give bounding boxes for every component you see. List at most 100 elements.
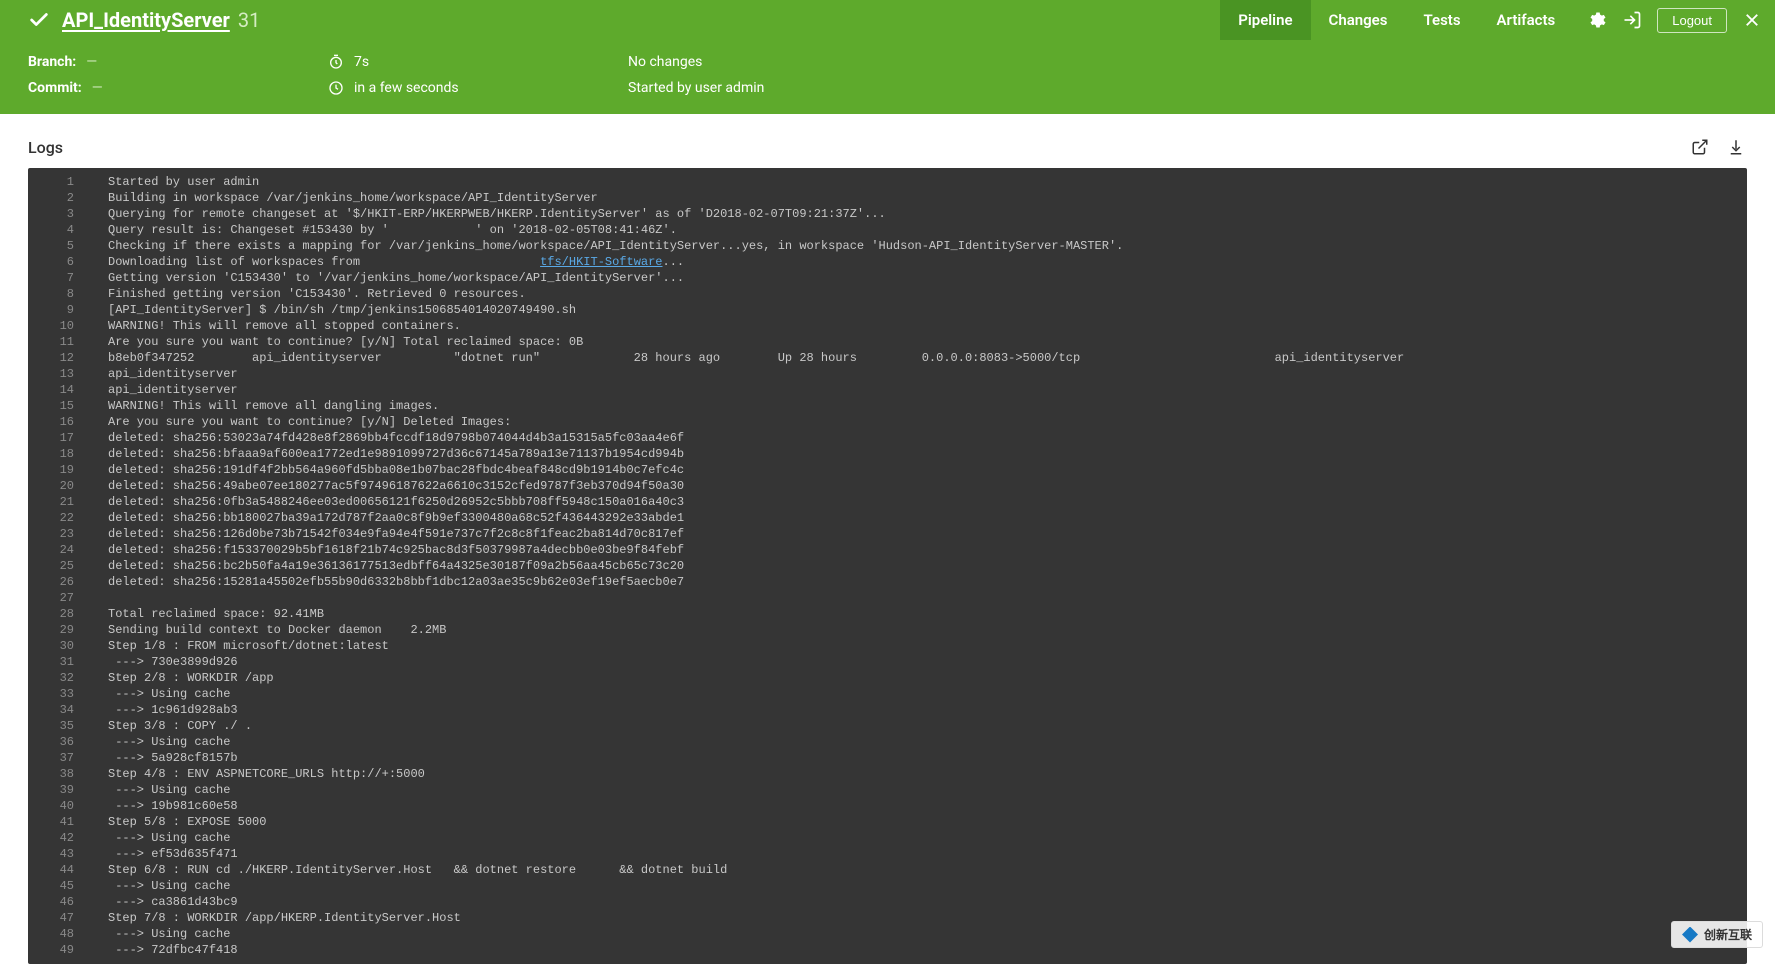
log-line-number: 15 — [28, 398, 88, 414]
tfs-link[interactable]: tfs/HKIT-Software — [540, 255, 662, 269]
log-line: 3Querying for remote changeset at '$/HKI… — [28, 206, 1747, 222]
tab-changes[interactable]: Changes — [1311, 0, 1406, 40]
log-line: 39 ---> Using cache — [28, 782, 1747, 798]
log-line-number: 37 — [28, 750, 88, 766]
log-line-content: deleted: sha256:49abe07ee180277ac5f97496… — [88, 478, 1747, 494]
log-line-number: 2 — [28, 190, 88, 206]
log-line: 28Total reclaimed space: 92.41MB — [28, 606, 1747, 622]
tab-pipeline[interactable]: Pipeline — [1220, 0, 1310, 40]
log-line-number: 28 — [28, 606, 88, 622]
log-line-number: 42 — [28, 830, 88, 846]
tab-tests[interactable]: Tests — [1405, 0, 1478, 40]
watermark: 创新互联 — [1671, 921, 1763, 948]
login-arrow-icon[interactable] — [1621, 9, 1643, 31]
log-box[interactable]: 1Started by user admin2Building in works… — [28, 168, 1747, 964]
log-line-number: 48 — [28, 926, 88, 942]
log-line-content: ---> Using cache — [88, 926, 1747, 942]
log-line: 15WARNING! This will remove all dangling… — [28, 398, 1747, 414]
log-line-content: Step 6/8 : RUN cd ./HKERP.IdentityServer… — [88, 862, 1747, 878]
log-line-number: 43 — [28, 846, 88, 862]
log-line: 2Building in workspace /var/jenkins_home… — [28, 190, 1747, 206]
run-number: 31 — [238, 8, 260, 32]
log-line-number: 17 — [28, 430, 88, 446]
log-line-content: ---> Using cache — [88, 878, 1747, 894]
meta-started-by-value: Started by user admin — [628, 80, 764, 96]
logout-button[interactable]: Logout — [1657, 8, 1727, 33]
log-line-number: 34 — [28, 702, 88, 718]
log-line-content: deleted: sha256:15281a45502efb55b90d6332… — [88, 574, 1747, 590]
gear-icon[interactable] — [1585, 9, 1607, 31]
log-line-number: 38 — [28, 766, 88, 782]
meta-duration: 7s — [328, 54, 628, 70]
log-line: 33 ---> Using cache — [28, 686, 1747, 702]
log-line: 31 ---> 730e3899d926 — [28, 654, 1747, 670]
log-line-number: 45 — [28, 878, 88, 894]
open-new-window-icon[interactable] — [1689, 136, 1711, 158]
log-line: 7Getting version 'C153430' to '/var/jenk… — [28, 270, 1747, 286]
log-line-content: ---> 5a928cf8157b — [88, 750, 1747, 766]
log-line-number: 44 — [28, 862, 88, 878]
log-line: 41Step 5/8 : EXPOSE 5000 — [28, 814, 1747, 830]
log-line: 10WARNING! This will remove all stopped … — [28, 318, 1747, 334]
log-line: 30Step 1/8 : FROM microsoft/dotnet:lates… — [28, 638, 1747, 654]
meta-branch: Branch: — — [28, 54, 328, 70]
log-line-number: 16 — [28, 414, 88, 430]
log-line: 42 ---> Using cache — [28, 830, 1747, 846]
stopwatch-icon — [328, 54, 344, 70]
log-line-content: deleted: sha256:bb180027ba39a172d787f2aa… — [88, 510, 1747, 526]
download-icon[interactable] — [1725, 136, 1747, 158]
log-line-content: Getting version 'C153430' to '/var/jenki… — [88, 270, 1747, 286]
log-line-content: Step 4/8 : ENV ASPNETCORE_URLS http://+:… — [88, 766, 1747, 782]
meta-changes: No changes — [628, 54, 928, 70]
log-line-number: 31 — [28, 654, 88, 670]
log-line-number: 46 — [28, 894, 88, 910]
pipeline-title-link[interactable]: API_IdentityServer — [62, 8, 230, 32]
log-line-content: ---> ca3861d43bc9 — [88, 894, 1747, 910]
log-line-content — [88, 590, 1747, 606]
status-check-icon — [28, 9, 50, 31]
log-line: 35Step 3/8 : COPY ./ . — [28, 718, 1747, 734]
log-line: 20deleted: sha256:49abe07ee180277ac5f974… — [28, 478, 1747, 494]
logs-header: Logs — [28, 136, 1747, 158]
content-area: Logs 1Started by user admin2Building in … — [0, 114, 1775, 976]
log-line-content: deleted: sha256:126d0be73b71542f034e9fa9… — [88, 526, 1747, 542]
log-line-number: 8 — [28, 286, 88, 302]
log-line-number: 22 — [28, 510, 88, 526]
log-line-content: ---> 72dfbc47f418 — [88, 942, 1747, 958]
log-line: 47Step 7/8 : WORKDIR /app/HKERP.Identity… — [28, 910, 1747, 926]
log-line: 1Started by user admin — [28, 174, 1747, 190]
log-line-content: deleted: sha256:0fb3a5488246ee03ed006561… — [88, 494, 1747, 510]
log-line-number: 35 — [28, 718, 88, 734]
log-line: 24deleted: sha256:f153370029b5bf1618f21b… — [28, 542, 1747, 558]
log-line-number: 36 — [28, 734, 88, 750]
log-line-content: Are you sure you want to continue? [y/N]… — [88, 334, 1747, 350]
log-line: 21deleted: sha256:0fb3a5488246ee03ed0065… — [28, 494, 1747, 510]
log-line-number: 1 — [28, 174, 88, 190]
log-line-content: WARNING! This will remove all dangling i… — [88, 398, 1747, 414]
log-line-content: Step 3/8 : COPY ./ . — [88, 718, 1747, 734]
log-line-content: Are you sure you want to continue? [y/N]… — [88, 414, 1747, 430]
close-icon[interactable] — [1741, 9, 1763, 31]
log-line-content: Building in workspace /var/jenkins_home/… — [88, 190, 1747, 206]
logs-title: Logs — [28, 138, 63, 157]
meta-changes-value: No changes — [628, 54, 702, 70]
log-line-number: 21 — [28, 494, 88, 510]
log-line-number: 4 — [28, 222, 88, 238]
log-line: 40 ---> 19b981c60e58 — [28, 798, 1747, 814]
log-line: 45 ---> Using cache — [28, 878, 1747, 894]
tab-artifacts[interactable]: Artifacts — [1479, 0, 1574, 40]
log-line-number: 10 — [28, 318, 88, 334]
log-line-content: deleted: sha256:f153370029b5bf1618f21b74… — [88, 542, 1747, 558]
watermark-logo-icon — [1682, 927, 1698, 943]
log-line: 43 ---> ef53d635f471 — [28, 846, 1747, 862]
log-line-content: Step 2/8 : WORKDIR /app — [88, 670, 1747, 686]
meta-branch-value: — — [86, 54, 97, 70]
log-line: 32Step 2/8 : WORKDIR /app — [28, 670, 1747, 686]
log-line: 17deleted: sha256:53023a74fd428e8f2869bb… — [28, 430, 1747, 446]
log-line-content: Downloading list of workspaces from tfs/… — [88, 254, 1747, 270]
log-line-content: WARNING! This will remove all stopped co… — [88, 318, 1747, 334]
meta-commit-label: Commit: — [28, 80, 82, 96]
log-line-number: 18 — [28, 446, 88, 462]
log-line-content: deleted: sha256:bfaaa9af600ea1772ed1e989… — [88, 446, 1747, 462]
log-line: 37 ---> 5a928cf8157b — [28, 750, 1747, 766]
